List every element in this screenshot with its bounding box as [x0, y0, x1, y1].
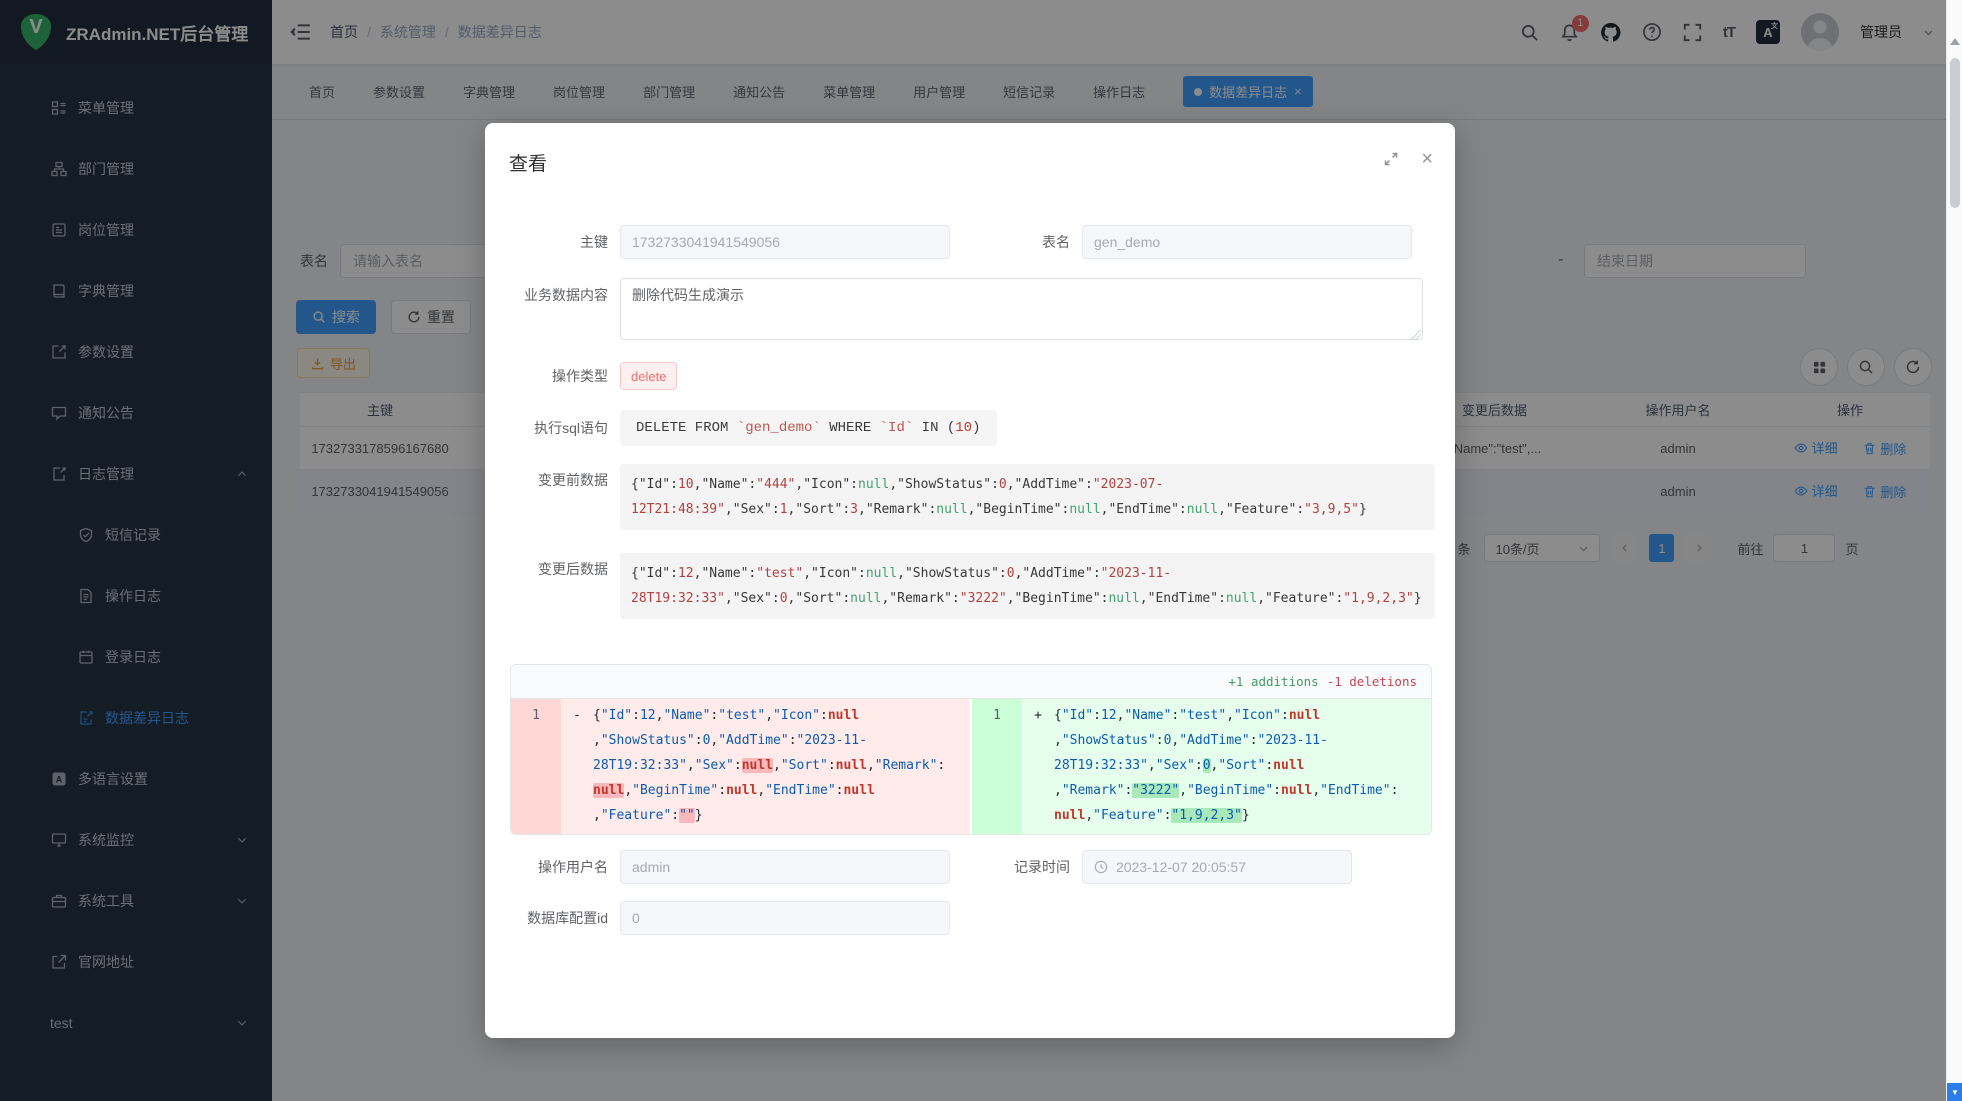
diff-pane-old: 1 - {"Id":12,"Name":"test","Icon":null,"… — [511, 699, 970, 834]
table-input[interactable] — [1082, 225, 1412, 259]
op-type-tag: delete — [620, 362, 677, 390]
form-row-pk-table: 主键 表名 — [485, 225, 1435, 259]
diff-deletions: -1 deletions — [1327, 674, 1417, 689]
scrollbar-up-arrow[interactable] — [1950, 38, 1960, 45]
diff-old-line-number: 1 — [511, 699, 561, 834]
diff-pane-new: 1 + {"Id":12,"Name":"test","Icon":null,"… — [972, 699, 1431, 834]
diff-new-sign: + — [1022, 699, 1054, 834]
before-label: 变更前数据 — [485, 464, 620, 490]
form-row-op-type: 操作类型 delete — [485, 362, 1435, 390]
op-type-label: 操作类型 — [485, 366, 620, 386]
db-config-label: 数据库配置id — [485, 908, 620, 928]
table-label: 表名 — [950, 232, 1082, 252]
clock-icon — [1094, 860, 1108, 874]
form-row-sql: 执行sql语句 DELETE FROM `gen_demo` WHERE `Id… — [485, 410, 1435, 446]
before-data-json: {"Id":10,"Name":"444","Icon":null,"ShowS… — [620, 464, 1435, 530]
after-data-json: {"Id":12,"Name":"test","Icon":null,"Show… — [620, 553, 1435, 619]
user-label: 操作用户名 — [485, 857, 620, 877]
dialog-title: 查看 — [509, 154, 547, 175]
form-row-user-time: 操作用户名 记录时间 2023-12-07 20:05:57 — [485, 850, 1435, 884]
content-label: 业务数据内容 — [485, 278, 620, 305]
resize-grip[interactable] — [1411, 330, 1421, 340]
dialog-header: 查看 × — [485, 123, 1455, 193]
content-textarea[interactable]: 删除代码生成演示 — [620, 278, 1423, 340]
form-row-after: 变更后数据 {"Id":12,"Name":"test","Icon":null… — [485, 553, 1435, 619]
form-row-content: 业务数据内容 删除代码生成演示 — [485, 278, 1435, 343]
close-icon[interactable]: × — [1421, 151, 1433, 167]
page-scrollbar[interactable]: ▼ — [1946, 0, 1962, 1101]
form-row-before: 变更前数据 {"Id":10,"Name":"444","Icon":null,… — [485, 464, 1435, 530]
diff-old-sign: - — [561, 699, 593, 834]
time-label: 记录时间 — [950, 857, 1082, 877]
dialog-body: 主键 表名 业务数据内容 删除代码生成演示 操作类型 delete 执行sql语… — [485, 193, 1455, 935]
record-time-input[interactable]: 2023-12-07 20:05:57 — [1082, 850, 1352, 884]
scrollbar-bottom-button[interactable]: ▼ — [1947, 1083, 1962, 1101]
diff-new-line-number: 1 — [972, 699, 1022, 834]
expand-icon[interactable] — [1383, 151, 1399, 167]
diff-old-content: {"Id":12,"Name":"test","Icon":null,"Show… — [593, 699, 958, 834]
sql-statement: DELETE FROM `gen_demo` WHERE `Id` IN (10… — [620, 410, 997, 446]
diff-summary: +1 additions -1 deletions — [511, 665, 1431, 699]
pk-input[interactable] — [620, 225, 950, 259]
operator-input[interactable] — [620, 850, 950, 884]
sql-label: 执行sql语句 — [485, 418, 620, 438]
view-dialog: 查看 × 主键 表名 业务数据内容 删除代码生成演示 — [485, 123, 1455, 1038]
scrollbar-thumb[interactable] — [1950, 58, 1960, 208]
db-config-input[interactable] — [620, 901, 950, 935]
form-row-dbid: 数据库配置id — [485, 901, 1435, 935]
diff-new-content: {"Id":12,"Name":"test","Icon":null,"Show… — [1054, 699, 1419, 834]
diff-additions: +1 additions — [1228, 674, 1318, 689]
app-root: V ZRAdmin.NET后台管理 菜单管理部门管理岗位管理字典管理参数设置通知… — [0, 0, 1962, 1101]
diff-body: 1 - {"Id":12,"Name":"test","Icon":null,"… — [511, 699, 1431, 834]
after-label: 变更后数据 — [485, 553, 620, 579]
pk-label: 主键 — [485, 232, 620, 252]
record-time-value: 2023-12-07 20:05:57 — [1116, 859, 1246, 875]
diff-viewer: +1 additions -1 deletions 1 - {"Id":12,"… — [510, 664, 1432, 835]
